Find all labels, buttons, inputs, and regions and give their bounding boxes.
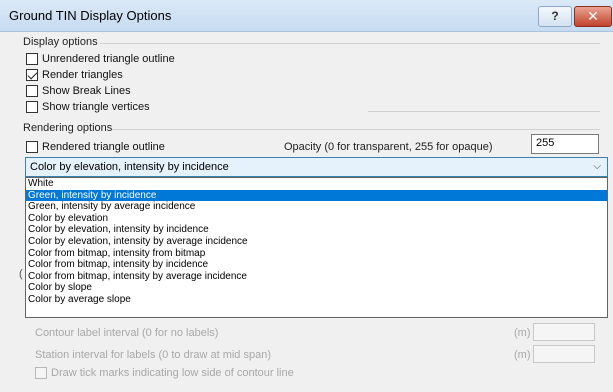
rendering-options-divider	[112, 129, 600, 130]
dropdown-option[interactable]: Color by elevation, intensity by inciden…	[26, 224, 607, 236]
contour-group-partial-label: (	[19, 268, 23, 280]
display-options-bottom-line	[368, 111, 600, 112]
dropdown-option[interactable]: Green, intensity by average incidence	[26, 201, 607, 213]
display-options-divider	[100, 43, 600, 44]
color-mode-dropdown-list[interactable]: White Green, intensity by incidence Green,…	[25, 177, 608, 318]
render-triangles-row[interactable]: Render triangles	[26, 68, 123, 82]
show-break-lines-row[interactable]: Show Break Lines	[26, 84, 131, 98]
rendered-outline-label: Rendered triangle outline	[42, 141, 165, 153]
tick-marks-checkbox[interactable]	[35, 367, 47, 379]
unrendered-outline-label: Unrendered triangle outline	[42, 53, 175, 65]
title-bar: Ground TIN Display Options ? ✕	[0, 0, 613, 32]
render-triangles-checkbox[interactable]	[26, 69, 38, 81]
color-mode-selected-value: Color by elevation, intensity by inciden…	[30, 161, 229, 173]
unrendered-outline-checkbox[interactable]	[26, 53, 38, 65]
show-break-lines-checkbox[interactable]	[26, 85, 38, 97]
contour-label-interval-label: Contour label interval (0 for no labels)	[35, 327, 219, 339]
station-interval-unit: (m)	[514, 349, 531, 361]
close-button[interactable]: ✕	[574, 6, 612, 27]
dropdown-option[interactable]: Color by average slope	[26, 294, 607, 306]
station-interval-label: Station interval for labels (0 to draw a…	[35, 349, 272, 361]
rendered-outline-checkbox[interactable]	[26, 141, 38, 153]
display-options-label: Display options	[23, 36, 98, 48]
dropdown-option[interactable]: Green, intensity by incidence	[26, 189, 607, 202]
color-mode-select[interactable]: Color by elevation, intensity by inciden…	[25, 157, 608, 177]
dropdown-option[interactable]: Color by elevation, intensity by average…	[26, 236, 607, 248]
tick-marks-label: Draw tick marks indicating low side of c…	[51, 367, 294, 379]
help-button[interactable]: ?	[538, 6, 572, 27]
dropdown-option[interactable]: Color from bitmap, intensity by incidenc…	[26, 259, 607, 271]
contour-label-interval-unit: (m)	[514, 327, 531, 339]
contour-label-interval-input[interactable]	[533, 323, 595, 341]
show-vertices-row[interactable]: Show triangle vertices	[26, 100, 150, 114]
dropdown-option[interactable]: Color from bitmap, intensity by average …	[26, 271, 607, 283]
tick-marks-row[interactable]: Draw tick marks indicating low side of c…	[35, 366, 294, 380]
unrendered-outline-row[interactable]: Unrendered triangle outline	[26, 52, 175, 66]
dropdown-option[interactable]: Color by slope	[26, 282, 607, 294]
opacity-input[interactable]: 255	[531, 134, 599, 154]
chevron-down-icon[interactable]: ⌵	[593, 161, 601, 172]
show-vertices-checkbox[interactable]	[26, 101, 38, 113]
dropdown-option[interactable]: Color from bitmap, intensity from bitmap	[26, 248, 607, 260]
window-title: Ground TIN Display Options	[9, 8, 172, 23]
opacity-label: Opacity (0 for transparent, 255 for opaq…	[284, 141, 493, 153]
dropdown-option[interactable]: Color by elevation	[26, 213, 607, 225]
render-triangles-label: Render triangles	[42, 69, 123, 81]
rendering-options-label: Rendering options	[23, 122, 113, 134]
show-vertices-label: Show triangle vertices	[42, 101, 150, 113]
rendered-outline-row[interactable]: Rendered triangle outline	[26, 140, 165, 154]
dropdown-option[interactable]: White	[26, 178, 607, 190]
show-break-lines-label: Show Break Lines	[42, 85, 131, 97]
station-interval-input[interactable]	[533, 345, 595, 363]
